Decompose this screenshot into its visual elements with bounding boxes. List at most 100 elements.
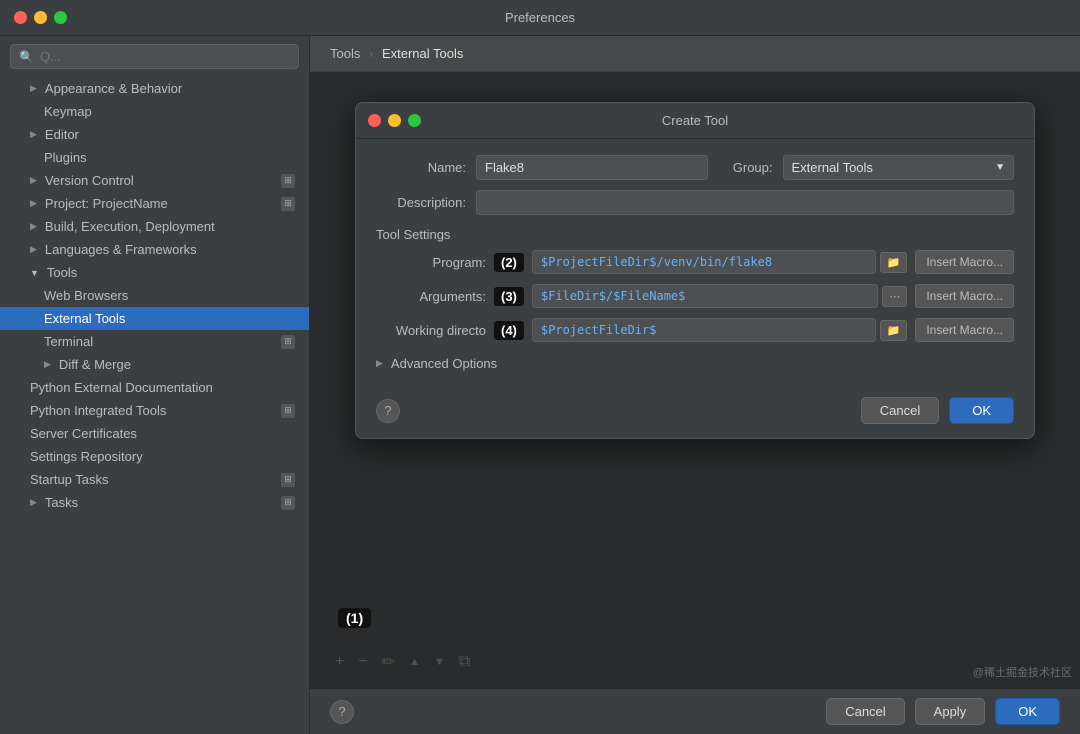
sidebar-item-project[interactable]: ▶ Project: ProjectName ⊞: [0, 192, 309, 215]
arguments-badge: (3): [494, 287, 524, 306]
sidebar-item-appearance[interactable]: ▶ Appearance & Behavior: [0, 77, 309, 100]
content-area: Tools › External Tools (1) + − ✏ ▲ ▼ ⧉: [310, 36, 1080, 734]
sidebar-item-label: Python External Documentation: [30, 380, 213, 395]
minimize-button[interactable]: [34, 11, 47, 24]
sidebar-item-label: Tools: [47, 265, 77, 280]
main-cancel-button[interactable]: Cancel: [826, 698, 904, 725]
badge-1: (1): [338, 608, 371, 628]
badge-icon: ⊞: [281, 473, 295, 487]
arguments-input-wrap: (3) ⋯: [494, 284, 907, 308]
sidebar-item-label: Startup Tasks: [30, 472, 109, 487]
expand-icon: ▼: [30, 268, 39, 278]
dialog-help-button[interactable]: ?: [376, 399, 400, 423]
advanced-options-label: Advanced Options: [391, 356, 497, 371]
advanced-expand-icon: ▶: [376, 358, 383, 369]
sidebar-item-version-control[interactable]: ▶ Version Control ⊞: [0, 169, 309, 192]
main-help-button[interactable]: ?: [330, 700, 354, 724]
dialog-body: Name: Group: External Tools ▼ Descriptio…: [356, 139, 1034, 387]
dialog-title: Create Tool: [662, 113, 728, 128]
sidebar-item-python-int-tools[interactable]: Python Integrated Tools ⊞: [0, 399, 309, 422]
badge-icon: ⊞: [281, 404, 295, 418]
description-label: Description:: [376, 195, 466, 210]
sidebar-item-python-ext-doc[interactable]: Python External Documentation: [0, 376, 309, 399]
group-label: Group:: [718, 160, 773, 175]
badge-icon: ⊞: [281, 335, 295, 349]
sidebar-item-editor[interactable]: ▶ Editor: [0, 123, 309, 146]
sidebar-item-startup-tasks[interactable]: Startup Tasks ⊞: [0, 468, 309, 491]
dialog-window-controls[interactable]: [368, 114, 421, 127]
sidebar-item-build-execution[interactable]: ▶ Build, Execution, Deployment: [0, 215, 309, 238]
advanced-options-row[interactable]: ▶ Advanced Options: [376, 356, 1014, 371]
breadcrumb-current: External Tools: [382, 46, 463, 61]
dialog-maximize-button[interactable]: [408, 114, 421, 127]
sidebar-item-label: Version Control: [45, 173, 134, 188]
sidebar-item-terminal[interactable]: Terminal ⊞: [0, 330, 309, 353]
badge-icon: ⊞: [281, 197, 295, 211]
sidebar-item-diff-merge[interactable]: ▶ Diff & Merge: [0, 353, 309, 376]
sidebar-item-label: Plugins: [44, 150, 87, 165]
sidebar-item-label: Tasks: [45, 495, 78, 510]
badge-icon: ⊞: [281, 496, 295, 510]
arguments-insert-macro-button[interactable]: Insert Macro...: [915, 284, 1014, 308]
main-container: 🔍 ▶ Appearance & Behavior Keymap ▶ Edito…: [0, 36, 1080, 734]
sidebar-item-plugins[interactable]: Plugins: [0, 146, 309, 169]
sidebar-item-label: Keymap: [44, 104, 92, 119]
maximize-button[interactable]: [54, 11, 67, 24]
sidebar-item-label: Editor: [45, 127, 79, 142]
expand-icon: ▶: [44, 359, 51, 370]
sidebar-item-label: External Tools: [44, 311, 125, 326]
sidebar-item-tools[interactable]: ▼ Tools: [0, 261, 309, 284]
sidebar-item-label: Build, Execution, Deployment: [45, 219, 215, 234]
main-ok-button[interactable]: OK: [995, 698, 1060, 725]
group-select[interactable]: External Tools ▼: [783, 155, 1015, 180]
arguments-row: Arguments: (3) ⋯ Insert Macro...: [376, 284, 1014, 308]
sidebar-item-server-certs[interactable]: Server Certificates: [0, 422, 309, 445]
sidebar-item-keymap[interactable]: Keymap: [0, 100, 309, 123]
sidebar-item-label: Diff & Merge: [59, 357, 131, 372]
sidebar-item-languages[interactable]: ▶ Languages & Frameworks: [0, 238, 309, 261]
sidebar: 🔍 ▶ Appearance & Behavior Keymap ▶ Edito…: [0, 36, 310, 734]
sidebar-item-label: Server Certificates: [30, 426, 137, 441]
working-dir-input-wrap: (4) 📁: [494, 318, 907, 342]
dialog-close-button[interactable]: [368, 114, 381, 127]
expand-icon: ▶: [30, 198, 37, 209]
expand-icon: ▶: [30, 83, 37, 94]
dialog-overlay: Create Tool Name: Group: External Tools …: [310, 72, 1080, 688]
working-dir-input[interactable]: [532, 318, 876, 342]
dialog-minimize-button[interactable]: [388, 114, 401, 127]
program-badge: (2): [494, 253, 524, 272]
sidebar-item-tasks[interactable]: ▶ Tasks ⊞: [0, 491, 309, 514]
sidebar-item-label: Languages & Frameworks: [45, 242, 197, 257]
description-input[interactable]: [476, 190, 1014, 215]
close-button[interactable]: [14, 11, 27, 24]
window-controls[interactable]: [14, 11, 67, 24]
main-apply-button[interactable]: Apply: [915, 698, 986, 725]
sidebar-item-external-tools[interactable]: External Tools: [0, 307, 309, 330]
search-box[interactable]: 🔍: [10, 44, 299, 69]
sidebar-item-settings-repo[interactable]: Settings Repository: [0, 445, 309, 468]
sidebar-item-label: Python Integrated Tools: [30, 403, 166, 418]
arguments-folder-button[interactable]: ⋯: [882, 286, 907, 307]
breadcrumb: Tools › External Tools: [310, 36, 1080, 72]
arguments-input[interactable]: [532, 284, 878, 308]
dialog-ok-button[interactable]: OK: [949, 397, 1014, 424]
sidebar-item-web-browsers[interactable]: Web Browsers: [0, 284, 309, 307]
sidebar-item-label: Terminal: [44, 334, 93, 349]
chevron-down-icon: ▼: [995, 162, 1005, 173]
dialog-cancel-button[interactable]: Cancel: [861, 397, 939, 424]
working-dir-insert-macro-button[interactable]: Insert Macro...: [915, 318, 1014, 342]
program-input-wrap: (2) 📁: [494, 250, 907, 274]
search-input[interactable]: [40, 49, 290, 64]
name-input[interactable]: [476, 155, 708, 180]
content-body: (1) + − ✏ ▲ ▼ ⧉: [310, 72, 1080, 688]
watermark: @稀土掘金技术社区: [973, 664, 1072, 680]
title-bar: Preferences: [0, 0, 1080, 36]
program-row: Program: (2) 📁 Insert Macro...: [376, 250, 1014, 274]
sidebar-item-label: Web Browsers: [44, 288, 128, 303]
working-dir-folder-button[interactable]: 📁: [880, 320, 908, 341]
program-insert-macro-button[interactable]: Insert Macro...: [915, 250, 1014, 274]
program-input[interactable]: [532, 250, 876, 274]
expand-icon: ▶: [30, 244, 37, 255]
name-label: Name:: [376, 160, 466, 175]
program-folder-button[interactable]: 📁: [880, 252, 908, 273]
